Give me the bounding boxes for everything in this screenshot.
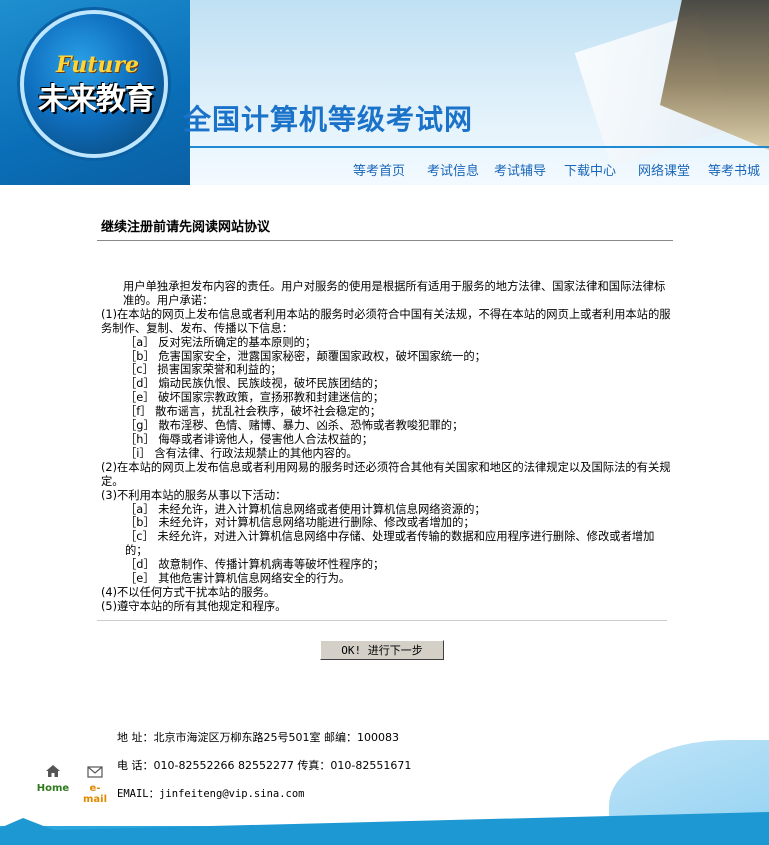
agreement-line: ［d］ 煽动民族仇恨、民族歧视，破坏民族团结的； — [125, 377, 385, 391]
agreement-line: ［e］ 其他危害计算机信息网络安全的行为。 — [125, 572, 351, 586]
footer-phone: 电 话：010-82552266 82552277 传真：010-8255167… — [117, 759, 412, 772]
agreement-line: ［b］ 危害国家安全，泄露国家秘密，颠覆国家政权，破坏国家统一的； — [125, 349, 486, 363]
footer-address: 地 址：北京市海淀区万柳东路25号501室 邮编：100083 — [117, 731, 399, 744]
agreement-line: ［f］ 散布谣言，扰乱社会秩序，破坏社会稳定的； — [125, 405, 382, 419]
agreement-line: (4)不以任何方式干扰本站的服务。 — [101, 585, 276, 599]
agreement-line: (1)在本站的网页上发布信息或者利用本站的服务时必须符合中国有关法规，不得在本站… — [101, 307, 671, 335]
agreement-line: ［h］ 侮辱或者诽谤他人，侵害他人合法权益的； — [125, 432, 373, 446]
footer-wave-dark — [0, 812, 769, 845]
agreement-text: 用户单独承担发布内容的责任。用户对服务的使用是根据所有适用于服务的地方法律、国家… — [101, 280, 673, 614]
agreement-line: ［a］ 未经允许，进入计算机信息网络或者使用计算机信息网络资源的； — [125, 502, 486, 516]
agreement-line: (3)不利用本站的服务从事以下活动： — [101, 488, 287, 502]
agreement-line: ［g］ 散布淫秽、色情、赌博、暴力、凶杀、恐怖或者教唆犯罪的； — [125, 419, 464, 433]
email-link[interactable]: e-mail — [78, 763, 112, 805]
agreement-line: ［i］ 含有法律、行政法规禁止的其他内容的。 — [125, 446, 358, 460]
nav-home[interactable]: 等考首页 — [353, 160, 405, 179]
house-icon — [36, 763, 70, 777]
site-header: Future 未来教育 全国计算机等级考试网 — [0, 0, 769, 185]
footer-wave — [0, 740, 769, 845]
agreement-line: (2)在本站的网页上发布信息或者利用网易的服务时还必须符合其他有关国家和地区的法… — [101, 460, 671, 488]
header-divider — [190, 146, 769, 148]
nav-exam-info[interactable]: 考试信息 — [427, 160, 479, 179]
nav-online-class[interactable]: 网络课堂 — [638, 160, 690, 179]
agreement-line: ［a］ 反对宪法所确定的基本原则的； — [125, 335, 317, 349]
agreement-line: (5)遵守本站的所有其他规定和程序。 — [101, 599, 287, 613]
site-title: 全国计算机等级考试网 — [183, 103, 474, 136]
next-step-button[interactable]: OK! 进行下一步 — [320, 640, 444, 660]
agreement-line: ［d］ 故意制作、传播计算机病毒等破坏性程序的； — [125, 558, 385, 572]
nav-downloads[interactable]: 下载中心 — [564, 160, 616, 179]
logo-chinese-text: 未来教育 — [38, 82, 155, 117]
agreement-line: ［c］ 损害国家荣誉和利益的； — [125, 363, 282, 377]
home-label: Home — [36, 783, 70, 794]
email-label: e-mail — [82, 783, 108, 805]
page-title: 继续注册前请先阅读网站协议 — [101, 220, 271, 235]
footer-email[interactable]: EMAIL：jinfeiteng@vip.sina.com — [117, 786, 305, 801]
agreement-line: 用户单独承担发布内容的责任。用户对服务的使用是根据所有适用于服务的地方法律、国家… — [123, 280, 666, 307]
home-link[interactable]: Home — [36, 763, 70, 794]
agreement-line: ［c］ 未经允许，对进入计算机信息网络中存储、处理或者传输的数据和应用程序进行删… — [125, 530, 655, 558]
nav-bookstore[interactable]: 等考书城 — [708, 160, 760, 179]
agreement-line: ［e］ 破坏国家宗教政策，宣扬邪教和封建迷信的； — [125, 391, 385, 405]
title-divider — [97, 240, 673, 241]
agreement-line: ［b］ 未经允许，对计算机信息网络功能进行删除、修改或者增加的； — [125, 516, 475, 530]
nav-tutoring[interactable]: 考试辅导 — [494, 160, 546, 179]
content-divider — [97, 620, 667, 621]
envelope-icon — [78, 763, 112, 778]
